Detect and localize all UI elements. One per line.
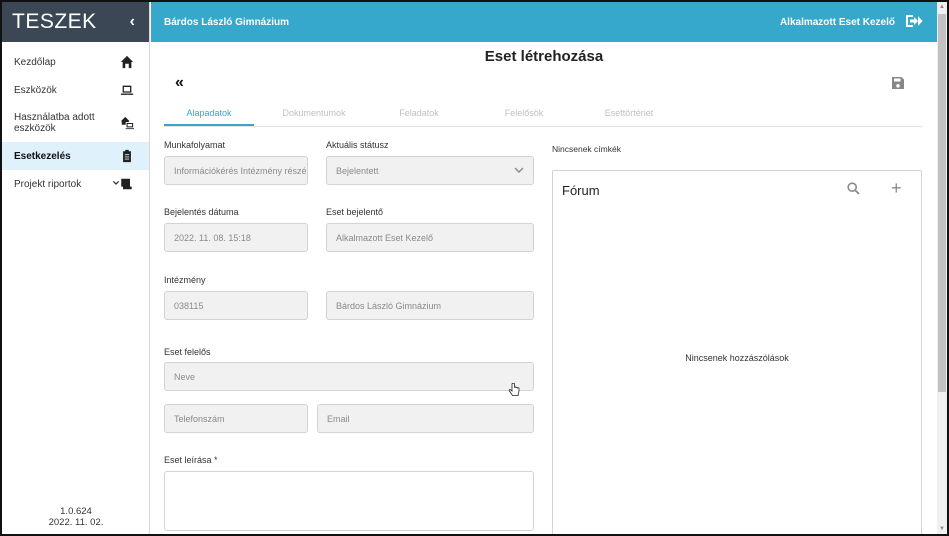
status-label: Aktuális státusz <box>326 140 389 150</box>
forum-empty-text: Nincsenek hozzászólások <box>685 353 789 363</box>
sidebar-item-label: Eszközök <box>14 84 57 96</box>
sidebar-item-label: Projekt riportok <box>14 178 82 190</box>
responsible-label: Eset felelős <box>164 347 211 357</box>
school-name: Bárdos László Gimnázium <box>164 16 290 28</box>
sidebar: TESZEK ‹ Kezdőlap Eszközök Használatba a… <box>2 2 150 534</box>
search-icon[interactable] <box>847 182 860 200</box>
responsible-phone-input[interactable]: Telefonszám <box>164 404 308 433</box>
clipboard-icon <box>119 148 135 164</box>
reporter-field[interactable]: Alkalmazott Eset Kezelő <box>326 223 534 252</box>
save-icon[interactable] <box>892 76 904 94</box>
page-scrollbar[interactable]: ▲ ▼ <box>937 2 947 534</box>
sidebar-item-esetkezeles[interactable]: Esetkezelés <box>2 142 149 170</box>
user-area: Alkalmazott Eset Kezelő <box>780 13 923 32</box>
main-content: Eset létrehozása « Alapadatok Dokumentum… <box>151 42 937 536</box>
responsible-name-input[interactable]: Neve <box>164 362 534 391</box>
forum-title: Fórum <box>562 183 600 198</box>
tab-alapadatok[interactable]: Alapadatok <box>164 100 254 126</box>
home-icon <box>119 54 135 70</box>
topbar: Bárdos László Gimnázium Alkalmazott Eset… <box>151 2 937 42</box>
workflow-field[interactable]: Információkérés Intézmény részé <box>164 156 308 185</box>
tab-bar: Alapadatok Dokumentumok Feladatok Felelő… <box>164 100 922 127</box>
sidebar-nav: Kezdőlap Eszközök Használatba adott eszk… <box>2 48 149 198</box>
add-icon[interactable]: + <box>891 179 902 197</box>
institution-label: Intézmény <box>164 275 206 285</box>
report-date-field[interactable]: 2022. 11. 08. 15:18 <box>164 223 308 252</box>
sidebar-item-label: Kezdőlap <box>14 56 56 68</box>
status-value: Bejelentett <box>336 165 379 176</box>
forum-panel: Fórum + Nincsenek hozzászólások <box>552 170 922 536</box>
description-label: Eset leírása * <box>164 455 218 465</box>
chevron-down-icon <box>514 166 524 176</box>
sidebar-item-hasznalatba-adott[interactable]: Használatba adott eszközök <box>2 104 149 142</box>
workflow-label: Munkafolyamat <box>164 140 226 150</box>
sidebar-collapse-icon[interactable]: ‹ <box>130 13 135 31</box>
user-name: Alkalmazott Eset Kezelő <box>779 16 895 28</box>
reporter-label: Eset bejelentő <box>326 207 384 217</box>
scroll-thumb[interactable] <box>938 14 946 392</box>
institution-name-field[interactable]: Bárdos László Gimnázium <box>326 291 534 320</box>
version-info: 1.0.624 2022. 11. 02. <box>2 506 150 528</box>
sidebar-item-kezdolap[interactable]: Kezdőlap <box>2 48 149 76</box>
institution-code-field[interactable]: 038115 <box>164 291 308 320</box>
brand-header: TESZEK ‹ <box>2 2 149 42</box>
responsible-email-input[interactable]: Email <box>317 404 534 433</box>
hand-cursor-icon <box>508 382 520 402</box>
tab-feladatok[interactable]: Feladatok <box>374 100 464 126</box>
tags-empty-text: Nincsenek címkék <box>552 144 621 154</box>
version-date: 2022. 11. 02. <box>48 517 104 528</box>
tab-felelosok[interactable]: Felelősök <box>479 100 569 126</box>
scroll-down-icon[interactable]: ▼ <box>937 524 947 534</box>
tab-dokumentumok[interactable]: Dokumentumok <box>269 100 359 126</box>
logout-icon[interactable] <box>905 13 923 32</box>
sidebar-item-projekt-riportok[interactable]: Projekt riportok <box>2 170 149 198</box>
laptop-icon <box>119 82 135 98</box>
sidebar-item-eszkozok[interactable]: Eszközök <box>2 76 149 104</box>
sidebar-item-label: Használatba adott eszközök <box>14 112 95 134</box>
brand-title: TESZEK <box>12 10 97 33</box>
page-title: Eset létrehozása <box>484 48 604 65</box>
version-number: 1.0.624 <box>60 506 92 517</box>
report-date-label: Bejelentés dátuma <box>164 207 239 217</box>
sidebar-item-label: Esetkezelés <box>14 150 71 162</box>
report-icon <box>111 176 135 192</box>
description-textarea[interactable] <box>164 471 534 531</box>
tab-esettortenet[interactable]: Esettörténet <box>584 100 674 126</box>
status-select[interactable]: Bejelentett <box>326 156 534 185</box>
double-chevron-left-icon[interactable]: « <box>175 74 184 92</box>
scroll-up-icon[interactable]: ▲ <box>937 2 947 12</box>
home-laptop-icon <box>119 115 135 131</box>
